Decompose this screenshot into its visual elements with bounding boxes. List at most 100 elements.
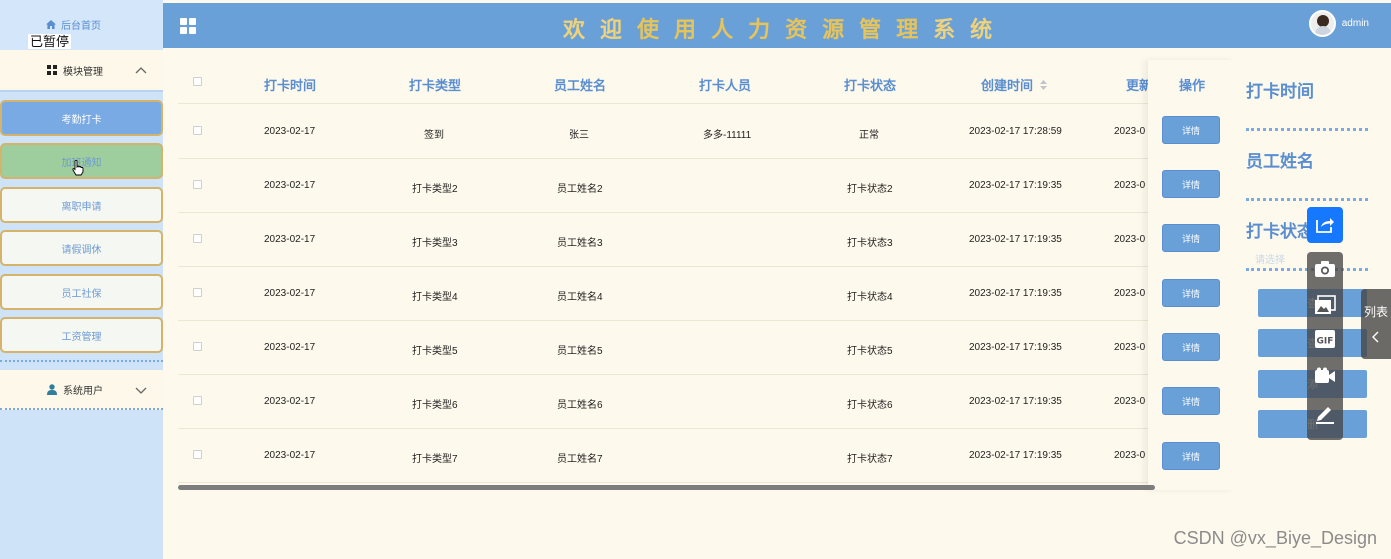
row-checkbox[interactable]: [193, 180, 202, 189]
table-row: 2023-02-17 打卡类型2 员工姓名2 打卡状态2 2023-02-17 …: [178, 159, 1238, 213]
title-char: 迎: [600, 17, 638, 42]
detail-button[interactable]: 详情: [1162, 442, 1220, 470]
title-char: 系: [933, 17, 971, 42]
table-row: 2023-02-17 打卡类型6 员工姓名6 打卡状态6 2023-02-17 …: [178, 375, 1238, 429]
column-header[interactable]: 打卡类型: [409, 75, 461, 94]
home-label: 后台首页: [61, 21, 101, 32]
cell-punch-status: 打卡状态2: [847, 184, 893, 195]
chevron-left-icon: [1372, 331, 1379, 343]
column-header[interactable]: 打卡时间: [264, 75, 316, 94]
avatar: [1308, 10, 1336, 37]
menu-grid-icon[interactable]: [180, 18, 196, 34]
cell-punch-type: 打卡类型4: [412, 292, 458, 303]
title-char: 力: [748, 17, 786, 42]
list-side-tab[interactable]: 列表: [1361, 289, 1391, 359]
row-checkbox[interactable]: [193, 396, 202, 405]
menu-item-resignation[interactable]: 离职申请: [0, 187, 163, 223]
video-icon[interactable]: [1314, 365, 1336, 387]
row-checkbox[interactable]: [193, 450, 202, 459]
cell-created-time: 2023-02-17 17:19:35: [969, 342, 1062, 353]
cell-punch-time: 2023-02-17: [264, 288, 316, 299]
menu-item-label: 工资管理: [61, 331, 102, 343]
table-header: 打卡时间 打卡类型 员工姓名 打卡人员 打卡状态 创建时间 更新: [178, 60, 1238, 104]
sidebar-home: 后台首页 已暂停: [0, 0, 163, 50]
row-checkbox[interactable]: [193, 342, 202, 351]
cell-punch-time: 2023-02-17: [264, 180, 316, 191]
menu-item-label: 员工社保: [61, 288, 102, 300]
cell-updated-time: 2023-0: [1114, 180, 1146, 191]
select-all-checkbox[interactable]: [193, 77, 202, 86]
menu-item-leave[interactable]: 请假调休: [0, 230, 163, 266]
search-label-punch-time: 打卡时间: [1246, 82, 1314, 101]
detail-button[interactable]: 详情: [1162, 224, 1220, 252]
search-label-punch-status: 打卡状态: [1246, 222, 1314, 241]
svg-text:GIF: GIF: [1317, 337, 1334, 347]
detail-button[interactable]: 详情: [1162, 333, 1220, 361]
home-link[interactable]: 后台首页: [46, 17, 101, 32]
title-char: 人: [711, 17, 749, 42]
share-button[interactable]: [1307, 207, 1343, 243]
gif-icon[interactable]: GIF: [1314, 328, 1336, 350]
menu-item-label: 考勤打卡: [61, 114, 102, 126]
cell-punch-time: 2023-02-17: [264, 234, 316, 245]
user-menu[interactable]: admin: [1308, 10, 1369, 37]
detail-button[interactable]: 详情: [1162, 279, 1220, 307]
horizontal-scrollbar[interactable]: [178, 485, 1155, 490]
menu-item-salary[interactable]: 工资管理: [0, 317, 163, 353]
title-char: 欢: [563, 17, 601, 42]
cell-punch-status: 打卡状态5: [847, 346, 893, 357]
cell-punch-type: 签到: [424, 130, 444, 141]
detail-button[interactable]: 详情: [1162, 170, 1220, 198]
column-header[interactable]: 打卡状态: [844, 75, 896, 94]
camera-icon[interactable]: [1314, 258, 1336, 280]
title-char: 资: [785, 17, 823, 42]
cell-created-time: 2023-02-17 17:19:35: [969, 234, 1062, 245]
column-header[interactable]: 打卡人员: [699, 75, 751, 94]
search-input-punch-time[interactable]: [1246, 128, 1368, 131]
module-management-group[interactable]: 模块管理: [0, 50, 163, 92]
sidebar-divider: [0, 360, 163, 362]
cell-created-time: 2023-02-17 17:19:35: [969, 450, 1062, 461]
cell-punch-type: 打卡类型6: [412, 400, 458, 411]
cell-employee-name: 员工姓名4: [557, 292, 603, 303]
title-char: 理: [896, 17, 934, 42]
module-group-label: 模块管理: [63, 66, 103, 78]
chevron-up-icon: [135, 67, 147, 74]
system-user-label: 系统用户: [63, 385, 103, 397]
cell-created-time: 2023-02-17 17:28:59: [969, 126, 1062, 137]
title-char: 用: [674, 17, 712, 42]
cell-punch-type: 打卡类型5: [412, 346, 458, 357]
cell-punch-time: 2023-02-17: [264, 450, 316, 461]
pen-icon[interactable]: [1314, 402, 1336, 424]
image-icon[interactable]: [1314, 294, 1336, 316]
cell-punch-status: 打卡状态4: [847, 292, 893, 303]
menu-item-attendance[interactable]: 考勤打卡: [0, 100, 163, 136]
cell-punch-status: 打卡状态3: [847, 238, 893, 249]
cell-employee-name: 张三: [569, 130, 589, 141]
sort-icon[interactable]: [1039, 80, 1047, 90]
column-header[interactable]: 员工姓名: [554, 75, 606, 94]
column-header-created-time[interactable]: 创建时间: [981, 75, 1047, 94]
paused-label: 已暂停: [28, 34, 72, 49]
row-checkbox[interactable]: [193, 234, 202, 243]
watermark: CSDN @vx_Biye_Design: [1173, 528, 1377, 548]
table-row: 2023-02-17 打卡类型3 员工姓名3 打卡状态3 2023-02-17 …: [178, 213, 1238, 267]
attendance-table: 打卡时间 打卡类型 员工姓名 打卡人员 打卡状态 创建时间 更新 2023-02…: [178, 60, 1238, 490]
cell-punch-time: 2023-02-17: [264, 342, 316, 353]
menu-item-label: 请假调休: [61, 244, 102, 256]
system-user-group[interactable]: 系统用户: [0, 370, 163, 410]
detail-button[interactable]: 详情: [1162, 387, 1220, 415]
search-input-employee-name[interactable]: [1246, 198, 1368, 201]
operation-header: 操作: [1178, 78, 1205, 93]
table-row: 2023-02-17 签到 张三 多多-11111 正常 2023-02-17 …: [178, 105, 1238, 159]
status-select-placeholder[interactable]: 请选择: [1255, 251, 1285, 266]
row-checkbox[interactable]: [193, 126, 202, 135]
cell-punch-status: 打卡状态7: [847, 454, 893, 465]
row-checkbox[interactable]: [193, 288, 202, 297]
menu-item-social-security[interactable]: 员工社保: [0, 274, 163, 310]
title-char: 管: [859, 17, 897, 42]
column-header-label: 创建时间: [981, 78, 1034, 93]
detail-button[interactable]: 详情: [1162, 116, 1220, 144]
cell-punch-type: 打卡类型3: [412, 238, 458, 249]
cell-updated-time: 2023-0: [1114, 450, 1146, 461]
